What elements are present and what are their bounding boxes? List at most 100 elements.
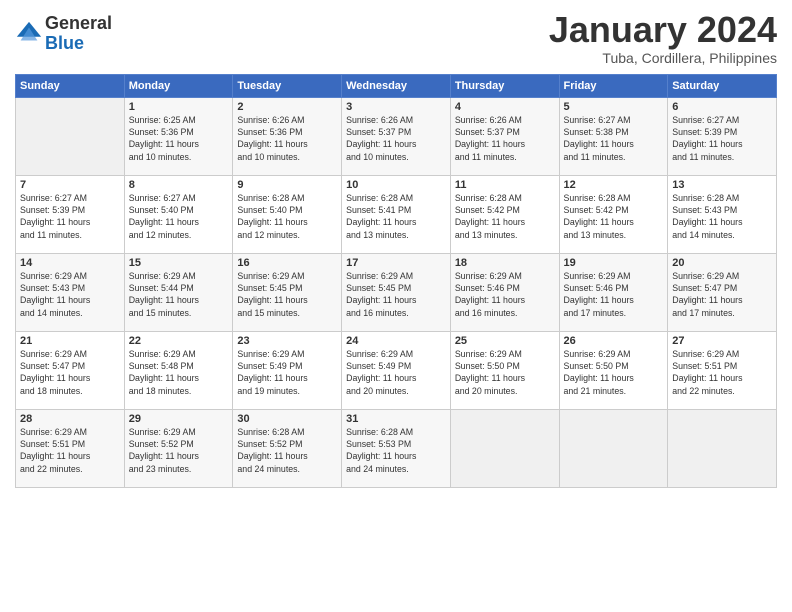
weekday-header-saturday: Saturday (668, 74, 777, 97)
logo-icon (15, 20, 43, 48)
calendar-cell (668, 409, 777, 487)
cell-info: Sunrise: 6:27 AM Sunset: 5:38 PM Dayligh… (564, 114, 664, 163)
cell-info: Sunrise: 6:29 AM Sunset: 5:45 PM Dayligh… (237, 270, 337, 319)
weekday-header-wednesday: Wednesday (342, 74, 451, 97)
day-number: 20 (672, 257, 772, 269)
header: General Blue January 2024 Tuba, Cordille… (15, 10, 777, 66)
calendar-cell: 14Sunrise: 6:29 AM Sunset: 5:43 PM Dayli… (16, 253, 125, 331)
logo-blue: Blue (45, 33, 84, 53)
cell-info: Sunrise: 6:29 AM Sunset: 5:48 PM Dayligh… (129, 348, 229, 397)
cell-info: Sunrise: 6:29 AM Sunset: 5:50 PM Dayligh… (564, 348, 664, 397)
cell-info: Sunrise: 6:27 AM Sunset: 5:39 PM Dayligh… (20, 192, 120, 241)
week-row-5: 28Sunrise: 6:29 AM Sunset: 5:51 PM Dayli… (16, 409, 777, 487)
calendar-cell: 15Sunrise: 6:29 AM Sunset: 5:44 PM Dayli… (124, 253, 233, 331)
calendar-cell: 31Sunrise: 6:28 AM Sunset: 5:53 PM Dayli… (342, 409, 451, 487)
cell-info: Sunrise: 6:29 AM Sunset: 5:52 PM Dayligh… (129, 426, 229, 475)
cell-info: Sunrise: 6:29 AM Sunset: 5:44 PM Dayligh… (129, 270, 229, 319)
cell-info: Sunrise: 6:28 AM Sunset: 5:42 PM Dayligh… (455, 192, 555, 241)
cell-info: Sunrise: 6:29 AM Sunset: 5:51 PM Dayligh… (672, 348, 772, 397)
calendar-cell: 10Sunrise: 6:28 AM Sunset: 5:41 PM Dayli… (342, 175, 451, 253)
day-number: 5 (564, 101, 664, 113)
day-number: 29 (129, 413, 229, 425)
cell-info: Sunrise: 6:27 AM Sunset: 5:39 PM Dayligh… (672, 114, 772, 163)
calendar-cell (16, 97, 125, 175)
calendar-cell: 22Sunrise: 6:29 AM Sunset: 5:48 PM Dayli… (124, 331, 233, 409)
cell-info: Sunrise: 6:29 AM Sunset: 5:47 PM Dayligh… (672, 270, 772, 319)
day-number: 27 (672, 335, 772, 347)
calendar-table: SundayMondayTuesdayWednesdayThursdayFrid… (15, 74, 777, 488)
calendar-cell: 28Sunrise: 6:29 AM Sunset: 5:51 PM Dayli… (16, 409, 125, 487)
day-number: 12 (564, 179, 664, 191)
calendar-cell: 25Sunrise: 6:29 AM Sunset: 5:50 PM Dayli… (450, 331, 559, 409)
day-number: 6 (672, 101, 772, 113)
cell-info: Sunrise: 6:28 AM Sunset: 5:41 PM Dayligh… (346, 192, 446, 241)
cell-info: Sunrise: 6:29 AM Sunset: 5:46 PM Dayligh… (564, 270, 664, 319)
calendar-cell: 4Sunrise: 6:26 AM Sunset: 5:37 PM Daylig… (450, 97, 559, 175)
page: General Blue January 2024 Tuba, Cordille… (0, 0, 792, 612)
day-number: 9 (237, 179, 337, 191)
cell-info: Sunrise: 6:29 AM Sunset: 5:43 PM Dayligh… (20, 270, 120, 319)
week-row-3: 14Sunrise: 6:29 AM Sunset: 5:43 PM Dayli… (16, 253, 777, 331)
calendar-cell: 20Sunrise: 6:29 AM Sunset: 5:47 PM Dayli… (668, 253, 777, 331)
calendar-subtitle: Tuba, Cordillera, Philippines (549, 50, 777, 66)
calendar-cell: 24Sunrise: 6:29 AM Sunset: 5:49 PM Dayli… (342, 331, 451, 409)
day-number: 4 (455, 101, 555, 113)
day-number: 10 (346, 179, 446, 191)
weekday-header-sunday: Sunday (16, 74, 125, 97)
calendar-cell: 29Sunrise: 6:29 AM Sunset: 5:52 PM Dayli… (124, 409, 233, 487)
calendar-cell: 13Sunrise: 6:28 AM Sunset: 5:43 PM Dayli… (668, 175, 777, 253)
calendar-cell: 26Sunrise: 6:29 AM Sunset: 5:50 PM Dayli… (559, 331, 668, 409)
day-number: 26 (564, 335, 664, 347)
calendar-cell: 11Sunrise: 6:28 AM Sunset: 5:42 PM Dayli… (450, 175, 559, 253)
day-number: 31 (346, 413, 446, 425)
calendar-cell (559, 409, 668, 487)
calendar-cell: 19Sunrise: 6:29 AM Sunset: 5:46 PM Dayli… (559, 253, 668, 331)
cell-info: Sunrise: 6:28 AM Sunset: 5:40 PM Dayligh… (237, 192, 337, 241)
day-number: 19 (564, 257, 664, 269)
day-number: 25 (455, 335, 555, 347)
calendar-cell: 17Sunrise: 6:29 AM Sunset: 5:45 PM Dayli… (342, 253, 451, 331)
calendar-cell: 23Sunrise: 6:29 AM Sunset: 5:49 PM Dayli… (233, 331, 342, 409)
day-number: 22 (129, 335, 229, 347)
logo-text: General Blue (45, 14, 112, 54)
weekday-header-friday: Friday (559, 74, 668, 97)
day-number: 18 (455, 257, 555, 269)
cell-info: Sunrise: 6:28 AM Sunset: 5:43 PM Dayligh… (672, 192, 772, 241)
day-number: 21 (20, 335, 120, 347)
cell-info: Sunrise: 6:26 AM Sunset: 5:37 PM Dayligh… (455, 114, 555, 163)
calendar-title: January 2024 (549, 10, 777, 50)
calendar-cell: 18Sunrise: 6:29 AM Sunset: 5:46 PM Dayli… (450, 253, 559, 331)
week-row-4: 21Sunrise: 6:29 AM Sunset: 5:47 PM Dayli… (16, 331, 777, 409)
calendar-cell: 3Sunrise: 6:26 AM Sunset: 5:37 PM Daylig… (342, 97, 451, 175)
cell-info: Sunrise: 6:28 AM Sunset: 5:52 PM Dayligh… (237, 426, 337, 475)
title-block: January 2024 Tuba, Cordillera, Philippin… (549, 10, 777, 66)
cell-info: Sunrise: 6:26 AM Sunset: 5:36 PM Dayligh… (237, 114, 337, 163)
cell-info: Sunrise: 6:29 AM Sunset: 5:49 PM Dayligh… (237, 348, 337, 397)
day-number: 2 (237, 101, 337, 113)
logo: General Blue (15, 14, 112, 54)
calendar-cell: 2Sunrise: 6:26 AM Sunset: 5:36 PM Daylig… (233, 97, 342, 175)
calendar-cell: 6Sunrise: 6:27 AM Sunset: 5:39 PM Daylig… (668, 97, 777, 175)
cell-info: Sunrise: 6:28 AM Sunset: 5:53 PM Dayligh… (346, 426, 446, 475)
day-number: 23 (237, 335, 337, 347)
day-number: 11 (455, 179, 555, 191)
calendar-cell: 9Sunrise: 6:28 AM Sunset: 5:40 PM Daylig… (233, 175, 342, 253)
day-number: 24 (346, 335, 446, 347)
cell-info: Sunrise: 6:26 AM Sunset: 5:37 PM Dayligh… (346, 114, 446, 163)
cell-info: Sunrise: 6:29 AM Sunset: 5:47 PM Dayligh… (20, 348, 120, 397)
week-row-2: 7Sunrise: 6:27 AM Sunset: 5:39 PM Daylig… (16, 175, 777, 253)
logo-general: General (45, 13, 112, 33)
cell-info: Sunrise: 6:29 AM Sunset: 5:45 PM Dayligh… (346, 270, 446, 319)
weekday-header-monday: Monday (124, 74, 233, 97)
calendar-cell: 12Sunrise: 6:28 AM Sunset: 5:42 PM Dayli… (559, 175, 668, 253)
day-number: 14 (20, 257, 120, 269)
calendar-cell: 1Sunrise: 6:25 AM Sunset: 5:36 PM Daylig… (124, 97, 233, 175)
day-number: 8 (129, 179, 229, 191)
day-number: 30 (237, 413, 337, 425)
weekday-header-thursday: Thursday (450, 74, 559, 97)
cell-info: Sunrise: 6:29 AM Sunset: 5:49 PM Dayligh… (346, 348, 446, 397)
cell-info: Sunrise: 6:29 AM Sunset: 5:50 PM Dayligh… (455, 348, 555, 397)
day-number: 15 (129, 257, 229, 269)
cell-info: Sunrise: 6:28 AM Sunset: 5:42 PM Dayligh… (564, 192, 664, 241)
calendar-cell: 27Sunrise: 6:29 AM Sunset: 5:51 PM Dayli… (668, 331, 777, 409)
